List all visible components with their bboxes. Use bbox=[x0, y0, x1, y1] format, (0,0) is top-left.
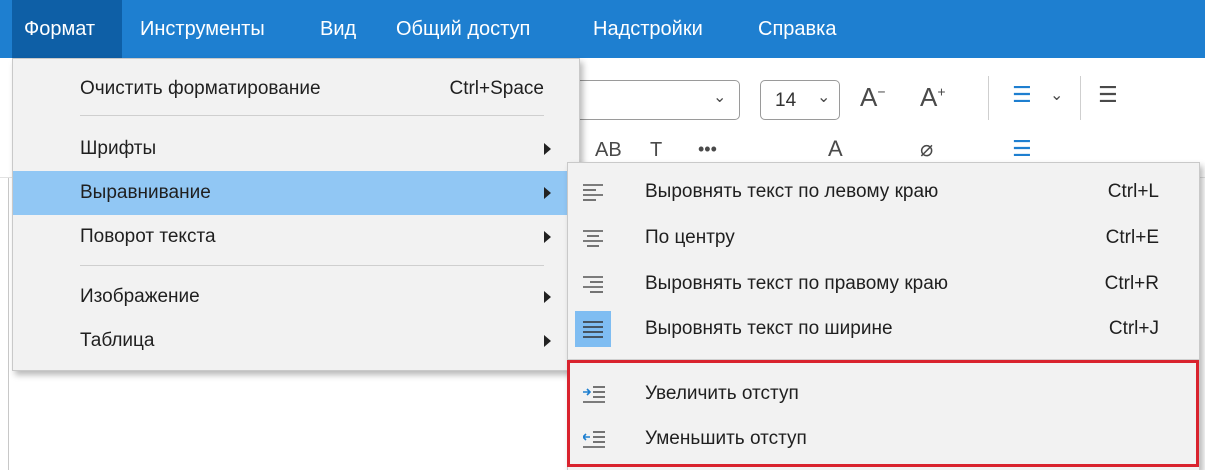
uppercase-icon[interactable]: AB bbox=[595, 140, 622, 160]
text-color-icon[interactable]: A bbox=[828, 138, 843, 160]
bulleted-list-icon[interactable]: ☰ bbox=[1012, 84, 1032, 106]
menu-item-image[interactable]: Изображение bbox=[13, 275, 579, 319]
menu-view[interactable]: Вид bbox=[320, 0, 356, 58]
shortcut-label: Ctrl+J bbox=[1108, 318, 1159, 339]
text-format-icon[interactable]: T bbox=[650, 140, 662, 160]
format-menu: Очистить форматирование Ctrl+Space Шрифт… bbox=[12, 58, 580, 371]
chevron-down-icon: ⌄ bbox=[817, 89, 831, 106]
submenu-arrow-icon bbox=[544, 143, 551, 155]
toolbar-divider bbox=[1080, 76, 1081, 120]
menu-item-alignment[interactable]: Выравнивание bbox=[13, 171, 579, 215]
align-justify-icon bbox=[575, 311, 611, 347]
decrease-font-icon[interactable]: A− bbox=[860, 84, 886, 110]
menu-item-clear-formatting[interactable]: Очистить форматирование Ctrl+Space bbox=[13, 67, 579, 111]
menu-item-text-rotation[interactable]: Поворот текста bbox=[13, 215, 579, 259]
menu-addons[interactable]: Надстройки bbox=[593, 0, 703, 58]
chevron-down-icon[interactable]: ⌄ bbox=[1050, 88, 1063, 104]
menu-item-label: Изображение bbox=[80, 286, 200, 307]
menu-item-label: Поворот текста bbox=[80, 226, 216, 247]
menu-item-table[interactable]: Таблица bbox=[13, 319, 579, 363]
menu-item-align-justify[interactable]: Выровнять текст по ширине Ctrl+J bbox=[568, 306, 1199, 351]
menu-bar: Формат Инструменты Вид Общий доступ Надс… bbox=[0, 0, 1205, 58]
shortcut-label: Ctrl+R bbox=[1104, 273, 1159, 294]
align-right-icon bbox=[575, 266, 611, 302]
annotation-highlight-box bbox=[567, 360, 1199, 467]
menu-help[interactable]: Справка bbox=[758, 0, 836, 58]
submenu-arrow-icon bbox=[544, 335, 551, 347]
shortcut-label: Ctrl+L bbox=[1107, 181, 1159, 202]
numbered-list-icon[interactable]: ☰ bbox=[1012, 138, 1032, 160]
menu-item-label: Таблица bbox=[80, 330, 155, 351]
menu-item-fonts[interactable]: Шрифты bbox=[13, 127, 579, 171]
align-left-icon bbox=[575, 174, 611, 210]
menu-item-label: Очистить форматирование bbox=[80, 78, 321, 99]
menu-format[interactable]: Формат bbox=[12, 0, 122, 58]
document-canvas-edge bbox=[8, 178, 9, 470]
font-family-select[interactable]: ⌄ bbox=[560, 80, 740, 120]
menu-sharing[interactable]: Общий доступ bbox=[396, 0, 530, 58]
menu-item-align-left[interactable]: Выровнять текст по левому краю Ctrl+L bbox=[568, 169, 1199, 214]
more-icon[interactable]: ••• bbox=[698, 140, 717, 158]
menu-divider bbox=[80, 265, 544, 266]
shortcut-label: Ctrl+E bbox=[1105, 227, 1159, 248]
align-left-icon[interactable]: ☰ bbox=[1098, 84, 1118, 106]
toolbar-divider bbox=[988, 76, 989, 120]
menu-item-label: Выровнять текст по ширине bbox=[645, 318, 893, 339]
menu-tools[interactable]: Инструменты bbox=[140, 0, 265, 58]
submenu-arrow-icon bbox=[544, 231, 551, 243]
menu-item-align-center[interactable]: По центру Ctrl+E bbox=[568, 215, 1199, 260]
shortcut-label: Ctrl+Space bbox=[449, 78, 544, 99]
highlight-icon[interactable]: ⌀ bbox=[920, 138, 933, 160]
increase-font-icon[interactable]: A+ bbox=[920, 84, 946, 110]
menu-divider bbox=[80, 115, 544, 116]
menu-item-label: По центру bbox=[645, 227, 735, 248]
font-size-value: 14 bbox=[775, 90, 797, 111]
submenu-arrow-icon bbox=[544, 291, 551, 303]
menu-item-label: Шрифты bbox=[80, 138, 157, 159]
menu-item-label: Выровнять текст по левому краю bbox=[645, 181, 939, 202]
submenu-arrow-icon bbox=[544, 187, 551, 199]
menu-item-align-right[interactable]: Выровнять текст по правому краю Ctrl+R bbox=[568, 261, 1199, 306]
align-center-icon bbox=[575, 220, 611, 256]
font-size-select[interactable]: 14 ⌄ bbox=[760, 80, 840, 120]
menu-item-label: Выравнивание bbox=[80, 182, 211, 203]
chevron-down-icon: ⌄ bbox=[713, 89, 727, 106]
menu-item-label: Выровнять текст по правому краю bbox=[645, 273, 949, 294]
